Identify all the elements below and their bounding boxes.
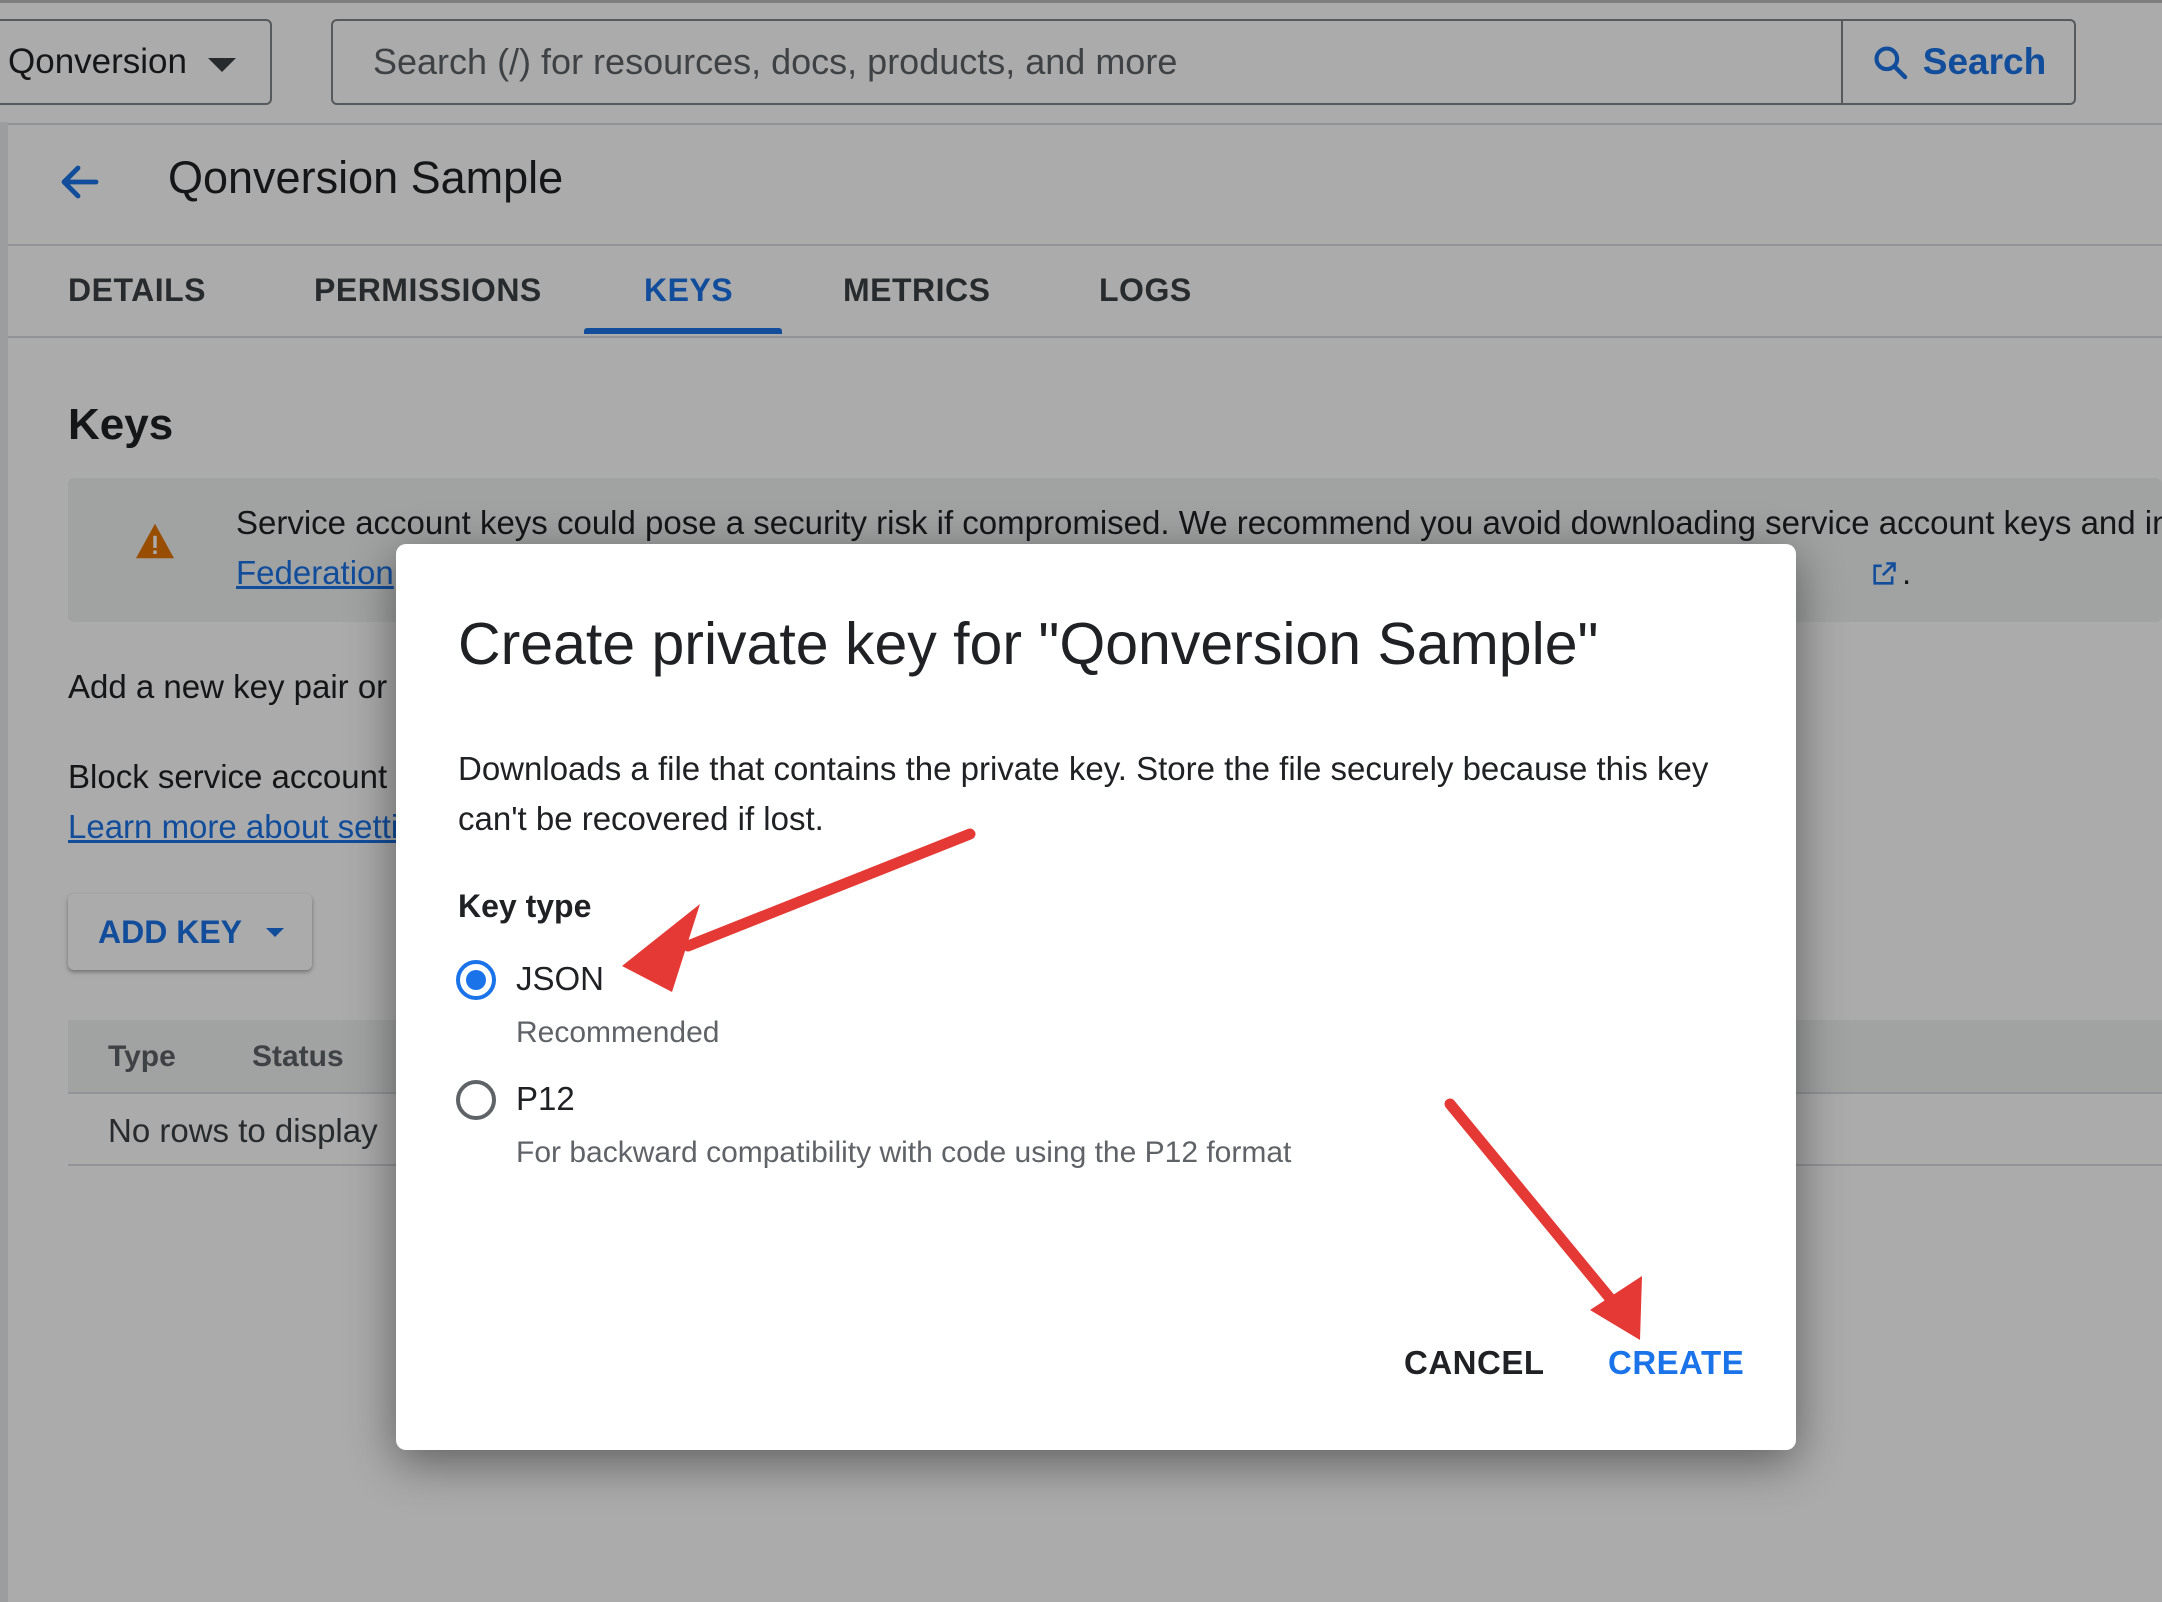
- json-option-label[interactable]: JSON: [516, 960, 604, 998]
- dialog-description: Downloads a file that contains the priva…: [458, 750, 1709, 837]
- json-option-description: Recommended: [516, 1016, 720, 1049]
- cancel-button[interactable]: CANCEL: [1404, 1344, 1545, 1382]
- p12-option-description: For backward compatibility with code usi…: [516, 1136, 1292, 1169]
- dialog-title: Create private key for "Qonversion Sampl…: [458, 611, 1599, 677]
- key-type-label: Key type: [458, 888, 592, 924]
- p12-radio[interactable]: [456, 1080, 496, 1120]
- p12-option-label[interactable]: P12: [516, 1080, 575, 1118]
- json-radio[interactable]: [456, 960, 496, 1000]
- create-button[interactable]: CREATE: [1608, 1344, 1744, 1382]
- create-key-dialog: Create private key for "Qonversion Sampl…: [396, 544, 1796, 1450]
